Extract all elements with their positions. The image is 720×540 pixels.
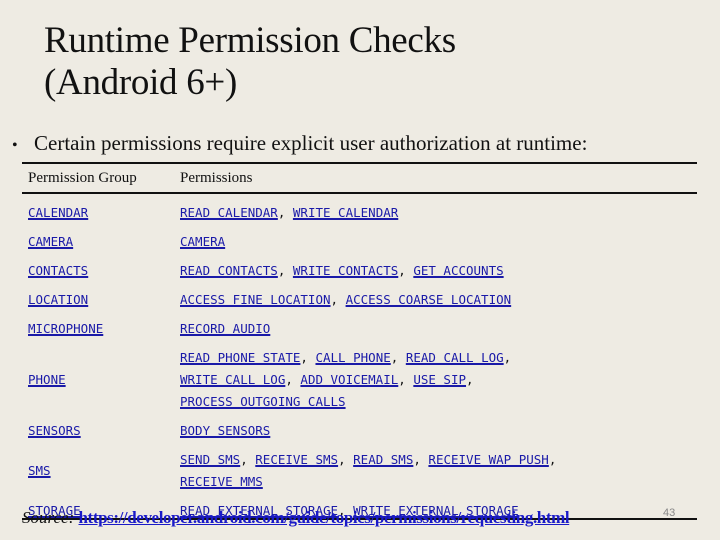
permissions-table: Permission Group Permissions CALENDAR REA… xyxy=(28,168,696,518)
permissions-cell: READ_CALENDAR, WRITE_CALENDAR xyxy=(180,198,696,227)
permission-group-cell: CAMERA xyxy=(28,227,180,256)
permission-group-link[interactable]: LOCATION xyxy=(28,292,88,307)
table-row: SMS SEND_SMS, RECEIVE_SMS, READ_SMS, RECE… xyxy=(28,445,696,496)
table-top-rule xyxy=(22,162,697,164)
permission-group-cell: LOCATION xyxy=(28,285,180,314)
permission-group-cell: SENSORS xyxy=(28,416,180,445)
separator: , xyxy=(285,371,301,387)
separator: , xyxy=(240,451,256,467)
separator: , xyxy=(503,349,512,365)
slide-title: Runtime Permission Checks (Android 6+) xyxy=(44,20,456,104)
source-label: Source: xyxy=(22,508,75,527)
table-row: CAMERA CAMERA xyxy=(28,227,696,256)
permission-group-link[interactable]: PHONE xyxy=(28,372,66,387)
separator: , xyxy=(413,451,429,467)
permissions-cell: READ_CONTACTS, WRITE_CONTACTS, GET_ACCOU… xyxy=(180,256,696,285)
table-body: CALENDAR READ_CALENDAR, WRITE_CALENDAR CAM… xyxy=(28,198,696,525)
permission-link[interactable]: READ_SMS xyxy=(353,452,413,467)
permission-link[interactable]: SEND_SMS xyxy=(180,452,240,467)
separator: , xyxy=(548,451,557,467)
table-row: CALENDAR READ_CALENDAR, WRITE_CALENDAR xyxy=(28,198,696,227)
separator: , xyxy=(338,451,354,467)
separator: , xyxy=(466,371,474,387)
table-header: Permission Group Permissions xyxy=(28,168,696,193)
permission-group-cell: PHONE xyxy=(28,365,180,394)
permission-link[interactable]: WRITE_CALENDAR xyxy=(293,205,398,220)
permissions-cell: RECORD_AUDIO xyxy=(180,314,696,343)
permissions-cell: CAMERA xyxy=(180,227,696,256)
source-citation: Source: https://developer.android.com/gu… xyxy=(22,508,570,528)
bullet-item: • Certain permissions require explicit us… xyxy=(12,130,587,159)
separator: , xyxy=(398,262,414,278)
permission-group-link[interactable]: CALENDAR xyxy=(28,205,88,220)
permission-link[interactable]: ADD_VOICEMAIL xyxy=(300,372,398,387)
permissions-cell: BODY_SENSORS xyxy=(180,416,696,445)
permissions-cell: SEND_SMS, RECEIVE_SMS, READ_SMS, RECEIVE… xyxy=(180,445,696,496)
permission-link[interactable]: USE_SIP xyxy=(413,372,466,387)
permission-link[interactable]: PROCESS_OUTGOING_CALLS xyxy=(180,394,346,409)
permission-group-cell: MICROPHONE xyxy=(28,314,180,343)
permission-link[interactable]: GET_ACCOUNTS xyxy=(413,263,503,278)
permissions-cell: READ_PHONE_STATE, CALL_PHONE, READ_CALL_… xyxy=(180,343,696,416)
permission-group-cell: CALENDAR xyxy=(28,198,180,227)
table-row: CONTACTS READ_CONTACTS, WRITE_CONTACTS, G… xyxy=(28,256,696,285)
header-permissions: Permissions xyxy=(180,170,253,186)
table-row: PHONE READ_PHONE_STATE, CALL_PHONE, READ_… xyxy=(28,343,696,416)
permission-link[interactable]: RECEIVE_MMS xyxy=(180,474,263,489)
permission-link[interactable]: READ_CONTACTS xyxy=(180,263,278,278)
permission-group-cell: SMS xyxy=(28,456,180,485)
permission-link[interactable]: READ_PHONE_STATE xyxy=(180,350,300,365)
permission-group-link[interactable]: CONTACTS xyxy=(28,263,88,278)
permission-link[interactable]: CALL_PHONE xyxy=(315,350,390,365)
permission-link[interactable]: CAMERA xyxy=(180,234,225,249)
permission-link[interactable]: BODY_SENSORS xyxy=(180,423,270,438)
permission-link[interactable]: RECEIVE_WAP_PUSH xyxy=(428,452,548,467)
page-number: 43 xyxy=(663,507,676,519)
table-row: LOCATION ACCESS_FINE_LOCATION, ACCESS_COA… xyxy=(28,285,696,314)
permission-link[interactable]: ACCESS_COARSE_LOCATION xyxy=(346,292,512,307)
permission-link[interactable]: WRITE_CONTACTS xyxy=(293,263,398,278)
separator: , xyxy=(277,262,293,278)
permission-link[interactable]: RECEIVE_SMS xyxy=(255,452,338,467)
permission-group-link[interactable]: MICROPHONE xyxy=(28,321,103,336)
separator: , xyxy=(398,371,414,387)
permission-group-link[interactable]: SENSORS xyxy=(28,423,81,438)
permission-link[interactable]: ACCESS_FINE_LOCATION xyxy=(180,292,331,307)
table-row: MICROPHONE RECORD_AUDIO xyxy=(28,314,696,343)
permission-group-cell: CONTACTS xyxy=(28,256,180,285)
permission-link[interactable]: READ_CALL_LOG xyxy=(406,350,504,365)
separator: , xyxy=(277,204,293,220)
slide-title-line-1: Runtime Permission Checks xyxy=(44,20,456,61)
slide-title-line-2: (Android 6+) xyxy=(44,62,237,103)
permission-link[interactable]: WRITE_CALL_LOG xyxy=(180,372,285,387)
permission-link[interactable]: READ_CALENDAR xyxy=(180,205,278,220)
bullet-icon: • xyxy=(12,137,18,154)
permission-group-link[interactable]: CAMERA xyxy=(28,234,73,249)
separator: , xyxy=(330,291,346,307)
table-row: SENSORS BODY_SENSORS xyxy=(28,416,696,445)
header-permission-group: Permission Group xyxy=(28,170,137,186)
separator: , xyxy=(300,349,316,365)
permissions-cell: ACCESS_FINE_LOCATION, ACCESS_COARSE_LOCA… xyxy=(180,285,696,314)
source-link[interactable]: https://developer.android.com/guide/topi… xyxy=(79,508,570,527)
separator: , xyxy=(390,349,406,365)
bullet-text: Certain permissions require explicit use… xyxy=(34,131,588,155)
permission-group-link[interactable]: SMS xyxy=(28,463,51,478)
permission-link[interactable]: RECORD_AUDIO xyxy=(180,321,270,336)
